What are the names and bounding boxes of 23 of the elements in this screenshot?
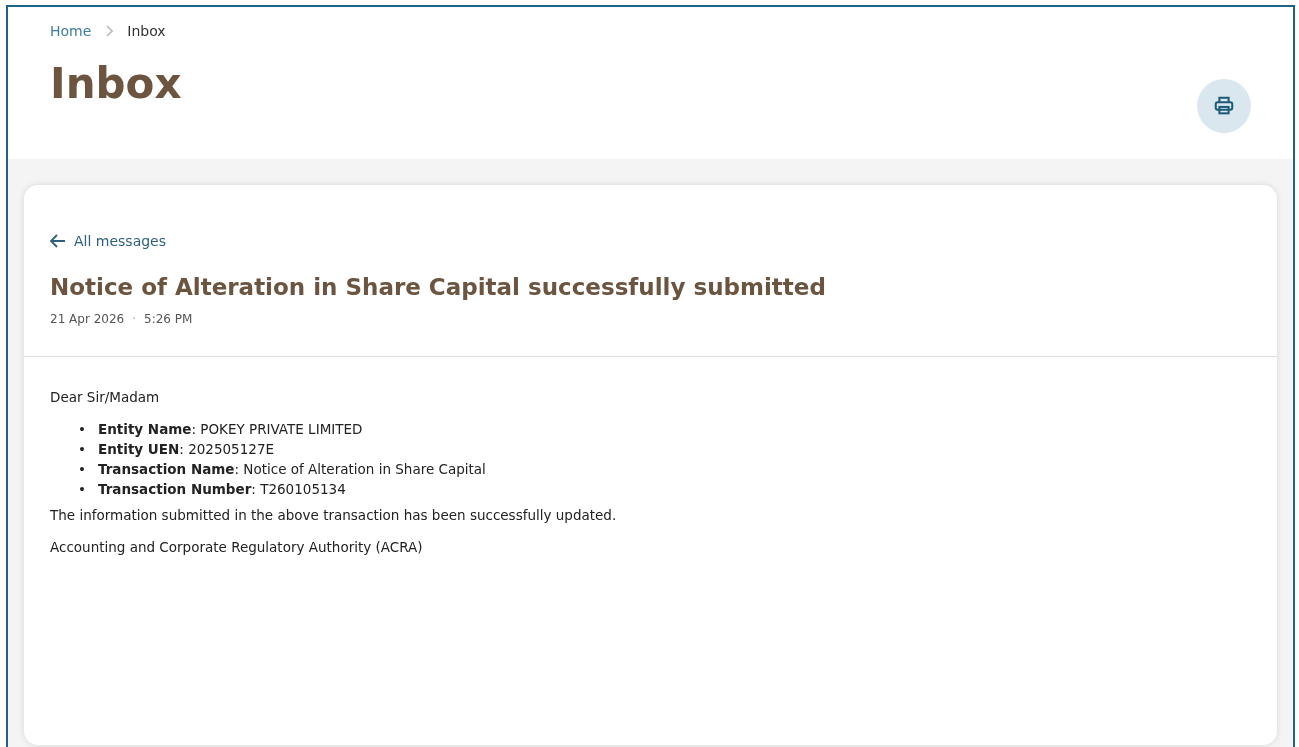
message-time: 5:26 PM bbox=[144, 312, 193, 326]
chevron-right-icon bbox=[105, 25, 114, 37]
printer-icon bbox=[1213, 95, 1235, 117]
detail-item: Entity Name: POKEY PRIVATE LIMITED bbox=[97, 421, 363, 437]
greeting-text: Dear Sir/Madam bbox=[50, 389, 161, 405]
bullet-marker: • bbox=[78, 461, 86, 477]
body-text: The information submitted in the above transaction has been successfully updated. bbox=[50, 507, 618, 523]
separator-dot: · bbox=[132, 312, 137, 326]
bullet-marker: • bbox=[78, 441, 86, 457]
bullet-marker: • bbox=[78, 421, 86, 437]
detail-item: Transaction Number: T260105134 bbox=[97, 481, 346, 497]
message-subject: Notice of Alteration in Share Capital successfully submitted bbox=[50, 274, 827, 300]
back-link[interactable]: All messages bbox=[50, 233, 167, 249]
breadcrumb-link[interactable]: Home bbox=[50, 23, 92, 39]
detail-item: Transaction Name: Notice of Alteration in Share Capital bbox=[97, 461, 486, 477]
breadcrumb-link[interactable]: Inbox bbox=[127, 23, 166, 39]
signature-text: Accounting and Corporate Regulatory Authority (ACRA) bbox=[50, 539, 424, 555]
message-date: 21 Apr 2026 bbox=[50, 312, 125, 326]
detail-item: Entity UEN: 202505127E bbox=[97, 441, 274, 457]
arrow-left-icon bbox=[50, 234, 66, 248]
bullet-marker: • bbox=[78, 481, 86, 497]
print-button[interactable] bbox=[1197, 79, 1251, 133]
page-title: Inbox bbox=[50, 59, 182, 108]
